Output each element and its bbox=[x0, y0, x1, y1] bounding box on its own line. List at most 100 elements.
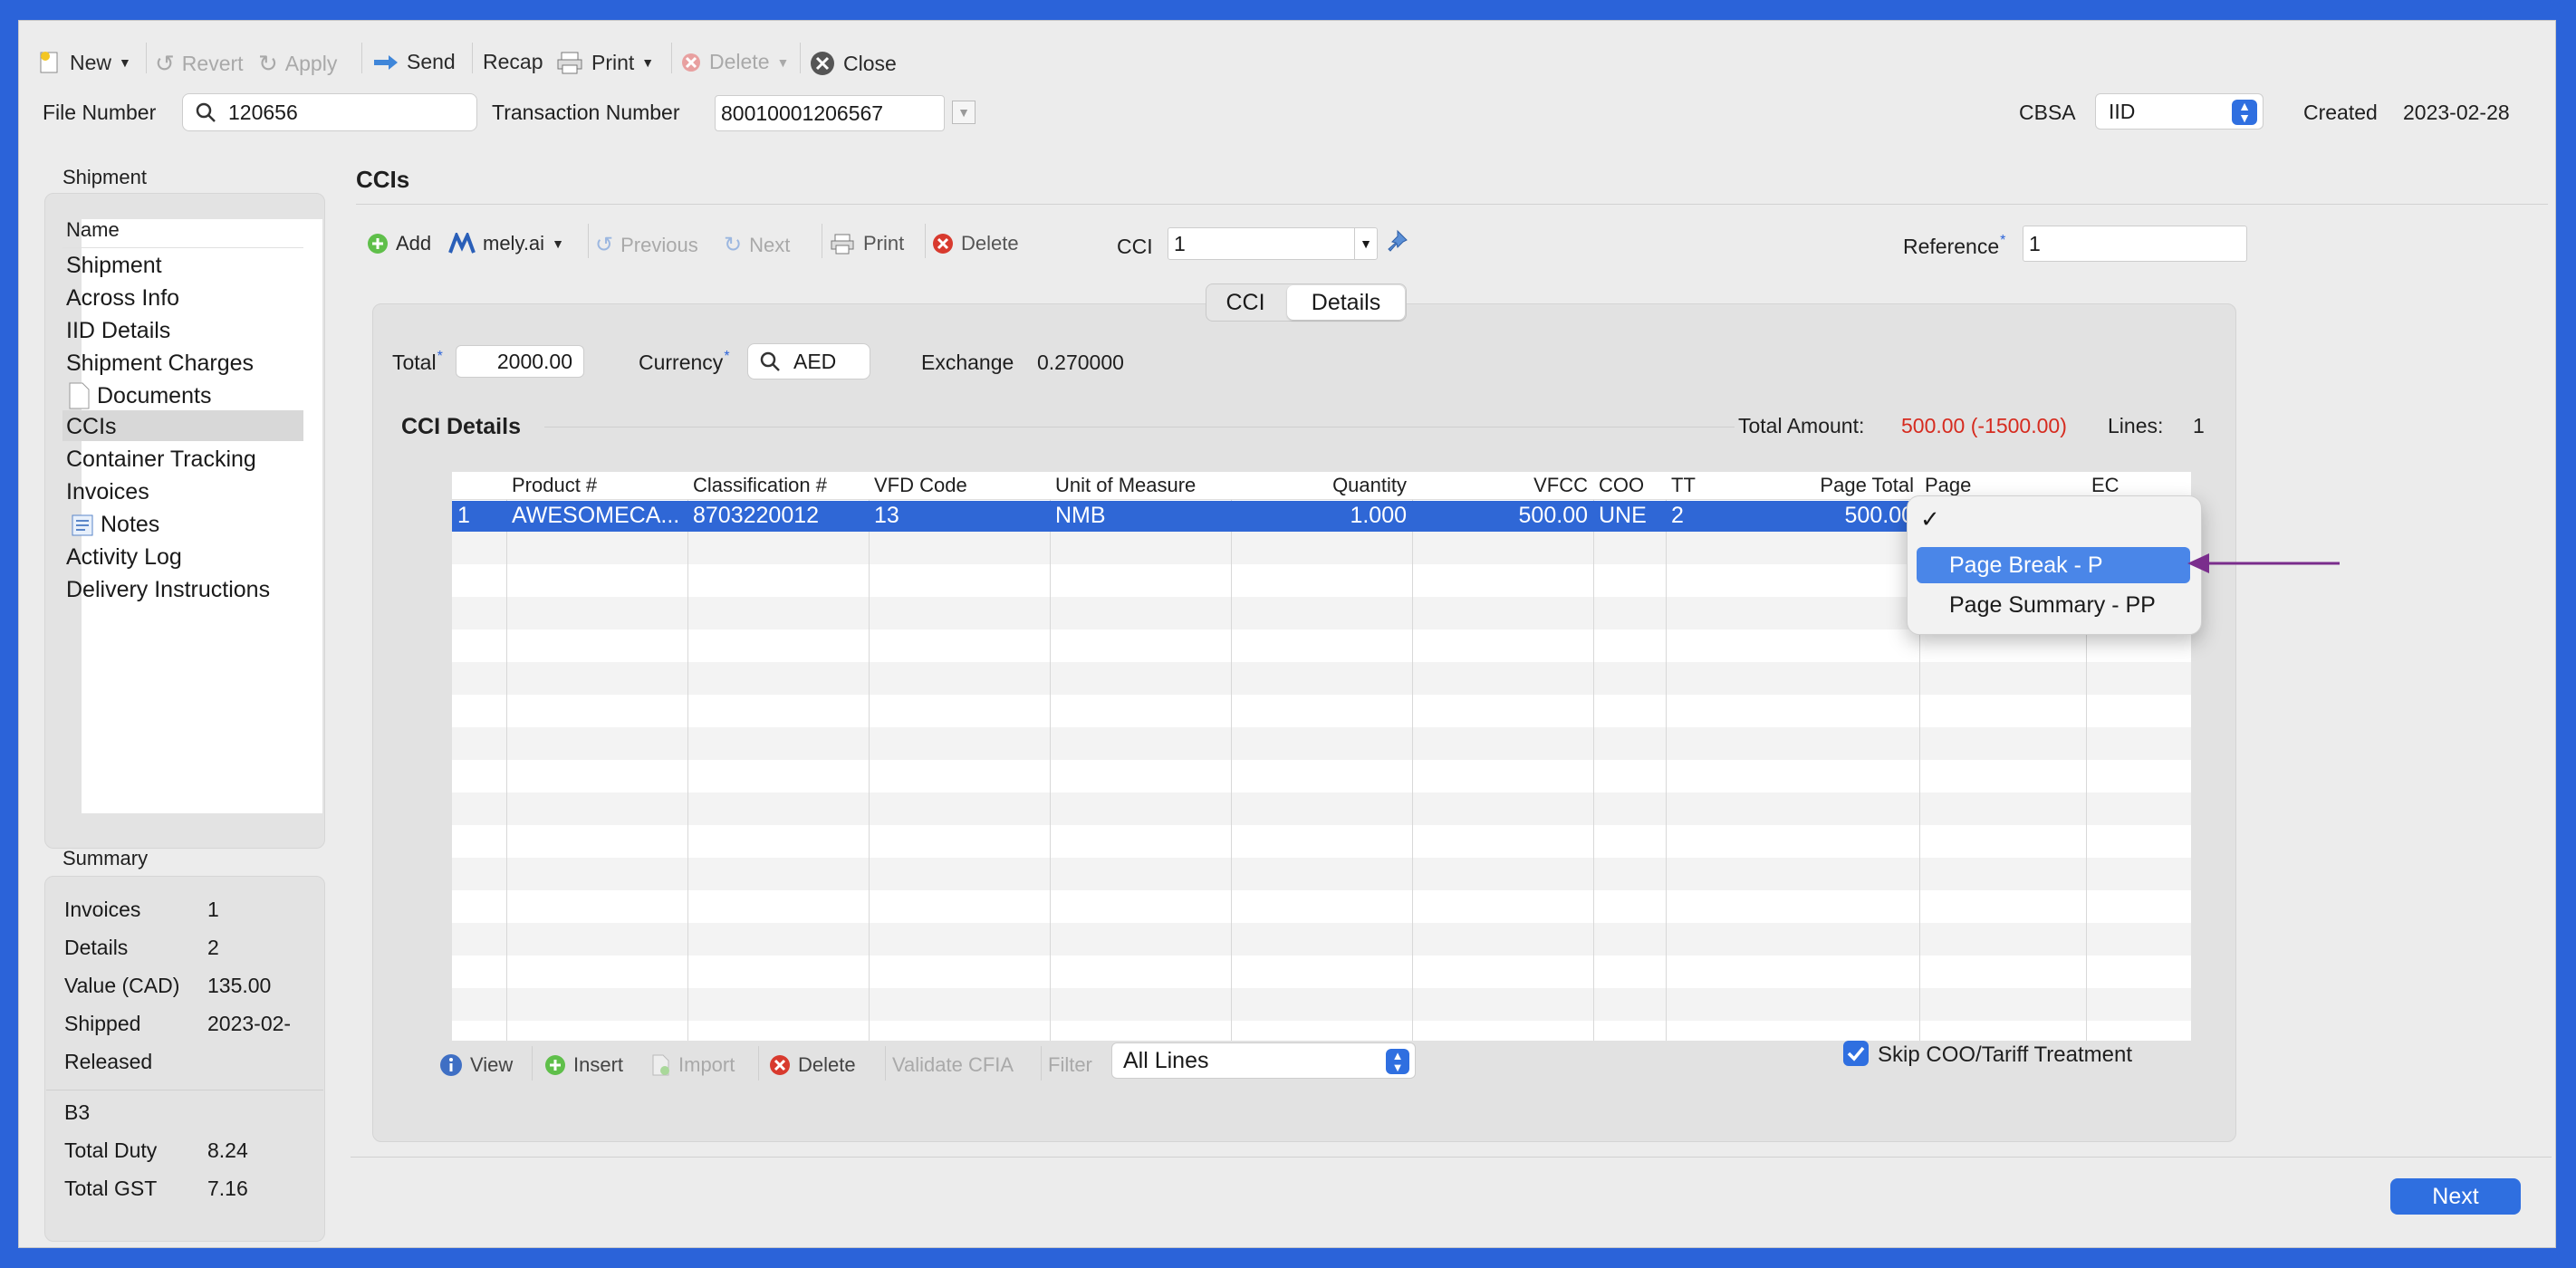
summary-details-value: 2 bbox=[207, 936, 219, 959]
col-vfd-code[interactable]: VFD Code bbox=[869, 472, 1050, 499]
row-coo: UNE bbox=[1599, 503, 1647, 528]
summary-total-gst-value: 7.16 bbox=[207, 1177, 248, 1200]
summary-total-gst-label: Total GST bbox=[64, 1177, 158, 1200]
revert-button[interactable]: ↺ Revert bbox=[155, 50, 244, 78]
option-page-break[interactable]: Page Break - P bbox=[1949, 552, 2103, 579]
sidebar-item-shipment[interactable]: Shipment bbox=[66, 253, 162, 279]
row-delete-button[interactable]: Delete bbox=[769, 1053, 856, 1077]
mely-logo-icon bbox=[448, 233, 476, 254]
pin-button[interactable] bbox=[1385, 227, 1412, 256]
send-arrow-icon bbox=[374, 54, 398, 70]
close-button[interactable]: Close bbox=[809, 50, 897, 77]
validate-cfia-button[interactable]: Validate CFIA bbox=[892, 1053, 1014, 1077]
import-icon bbox=[652, 1054, 669, 1076]
document-icon bbox=[69, 382, 90, 409]
app-window: New ▼ ↺ Revert ↻ Apply Send Recap Print ▼ … bbox=[18, 20, 2556, 1248]
currency-field[interactable]: AED bbox=[747, 343, 870, 379]
mely-ai-button[interactable]: mely.ai ▼ bbox=[448, 232, 564, 255]
reference-field[interactable]: 1 bbox=[2023, 226, 2247, 262]
sidebar-title: Shipment bbox=[62, 166, 147, 188]
col-unit-of-measure[interactable]: Unit of Measure bbox=[1050, 472, 1231, 499]
created-value: 2023-02-28 bbox=[2403, 101, 2510, 124]
summary-details-label: Details bbox=[64, 936, 129, 959]
summary-value-value: 135.00 bbox=[207, 974, 272, 997]
summary-b3-label: B3 bbox=[64, 1100, 91, 1124]
col-page-total[interactable]: Page Total bbox=[1738, 472, 1919, 499]
created-label: Created bbox=[2303, 101, 2378, 124]
total-amount-label: Total Amount: bbox=[1738, 414, 1865, 437]
sidebar-column-header: Name bbox=[66, 218, 120, 241]
revert-icon: ↺ bbox=[155, 50, 175, 77]
delete-button[interactable]: Delete ▼ bbox=[680, 50, 789, 74]
total-label: Total* bbox=[392, 349, 443, 374]
previous-button[interactable]: ↺ Previous bbox=[595, 232, 698, 258]
printer-icon bbox=[557, 52, 582, 74]
sidebar-item-container-tracking[interactable]: Container Tracking bbox=[66, 447, 256, 473]
new-doc-icon bbox=[40, 52, 58, 73]
print-button[interactable]: Print ▼ bbox=[555, 50, 654, 75]
tab-cci[interactable]: CCI bbox=[1207, 285, 1283, 320]
summary-shipped-value: 2023-02- bbox=[207, 1012, 292, 1035]
sidebar-item-notes[interactable]: Notes bbox=[70, 512, 159, 538]
sidebar-item-shipment-charges[interactable]: Shipment Charges bbox=[66, 351, 254, 377]
checkmark-icon bbox=[1847, 1046, 1865, 1061]
tab-details[interactable]: Details bbox=[1287, 285, 1405, 320]
col-quantity[interactable]: Quantity bbox=[1231, 472, 1412, 499]
sidebar-item-across-info[interactable]: Across Info bbox=[66, 285, 179, 312]
transaction-number-label: Transaction Number bbox=[492, 101, 680, 124]
skip-coo-checkbox[interactable] bbox=[1843, 1041, 1869, 1066]
filter-select[interactable]: All Lines ▲ ▼ bbox=[1111, 1042, 1416, 1079]
cbsa-label: CBSA bbox=[2019, 101, 2076, 124]
next-icon: ↻ bbox=[724, 233, 743, 257]
sidebar-item-ccis[interactable]: CCIs bbox=[66, 414, 117, 440]
chevron-down-icon: ▼ bbox=[1354, 228, 1377, 259]
sidebar-item-documents[interactable]: Documents bbox=[66, 381, 211, 410]
row-tt: 2 bbox=[1671, 503, 1684, 528]
cci-details-title: CCI Details bbox=[401, 414, 521, 439]
summary-total-duty-label: Total Duty bbox=[64, 1138, 158, 1162]
file-number-field[interactable]: 120656 bbox=[182, 93, 477, 131]
new-button[interactable]: New ▼ bbox=[37, 50, 131, 75]
delete-icon bbox=[682, 53, 700, 72]
select-stepper-icon: ▲ ▼ bbox=[2232, 100, 2257, 125]
col-vfcc[interactable]: VFCC bbox=[1412, 472, 1593, 499]
summary-invoices-value: 1 bbox=[207, 898, 219, 921]
send-button[interactable]: Send bbox=[372, 50, 456, 74]
col-coo[interactable]: COO bbox=[1593, 472, 1666, 499]
summary-title: Summary bbox=[62, 847, 149, 869]
summary-total-duty-value: 8.24 bbox=[207, 1138, 248, 1162]
transaction-number-field[interactable]: 80010001206567 bbox=[715, 95, 945, 131]
sidebar-item-invoices[interactable]: Invoices bbox=[66, 479, 149, 505]
summary-invoices-label: Invoices bbox=[64, 898, 141, 921]
sidebar-item-iid-details[interactable]: IID Details bbox=[66, 318, 170, 344]
recap-button[interactable]: Recap bbox=[483, 50, 543, 74]
next-record-button[interactable]: ↻ Next bbox=[724, 232, 790, 258]
apply-button[interactable]: ↻ Apply bbox=[258, 50, 337, 78]
pin-icon bbox=[1388, 229, 1408, 252]
cbsa-select[interactable]: IID ▲ ▼ bbox=[2095, 93, 2264, 130]
summary-shipped-label: Shipped bbox=[64, 1012, 141, 1035]
col-tt[interactable]: TT bbox=[1666, 472, 1738, 499]
cci-select[interactable]: 1 ▼ bbox=[1168, 227, 1378, 260]
previous-icon: ↺ bbox=[595, 233, 614, 257]
transaction-dropdown-button[interactable]: ▼ bbox=[952, 101, 976, 124]
col-product[interactable]: Product # bbox=[506, 472, 687, 499]
sidebar-item-delivery-instructions[interactable]: Delivery Instructions bbox=[66, 577, 270, 603]
col-classification[interactable]: Classification # bbox=[687, 472, 869, 499]
cci-print-button[interactable]: Print bbox=[829, 232, 904, 255]
total-field[interactable]: 2000.00 bbox=[456, 345, 584, 378]
add-button[interactable]: Add bbox=[367, 232, 431, 255]
search-icon bbox=[760, 351, 780, 371]
row-classification: 8703220012 bbox=[693, 503, 820, 528]
option-page-summary[interactable]: Page Summary - PP bbox=[1949, 592, 2156, 619]
summary-value-label: Value (CAD) bbox=[64, 974, 180, 997]
view-button[interactable]: View bbox=[439, 1053, 513, 1077]
import-button[interactable]: Import bbox=[649, 1053, 735, 1077]
next-button[interactable]: Next bbox=[2390, 1178, 2521, 1215]
page-dropdown-menu: ✓ Page Break - P Page Summary - PP bbox=[1907, 495, 2202, 635]
insert-button[interactable]: Insert bbox=[544, 1053, 623, 1077]
total-amount-value: 500.00 (-1500.00) bbox=[1901, 414, 2067, 437]
sidebar-item-activity-log[interactable]: Activity Log bbox=[66, 544, 182, 571]
filter-label: Filter bbox=[1048, 1053, 1092, 1076]
cci-delete-button[interactable]: Delete bbox=[932, 232, 1019, 255]
